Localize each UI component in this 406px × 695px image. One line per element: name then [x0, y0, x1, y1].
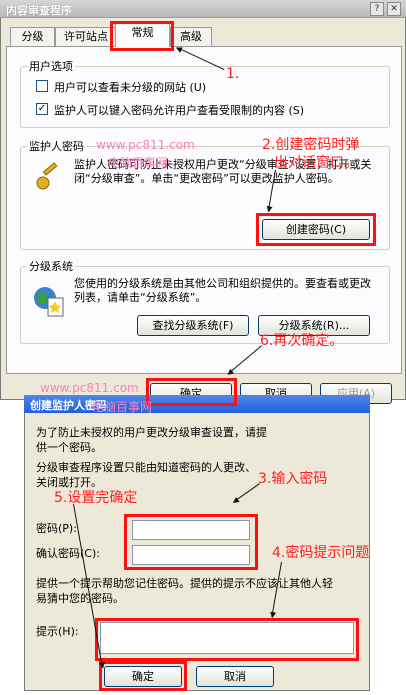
annotation-3: 3.输入密码 [258, 471, 328, 487]
highlight-tab [110, 21, 174, 51]
dialog-note: 分级审查程序设置只能由知道密码的人更改、关闭或打开。 [36, 461, 256, 489]
user-options-legend: 用户选项 [29, 60, 73, 73]
annotation-5: 5.设置完确定 [54, 490, 138, 506]
help-button[interactable]: ? [370, 2, 384, 16]
tab-ratings[interactable]: 分级 [10, 27, 55, 46]
rating-systems-text: 您使用的分级系统是由其他公司和组织提供的。要查看或更改列表，请单击“分级系统”。 [74, 277, 371, 304]
confirm-password-label: 确认密码(C): [36, 547, 100, 560]
highlight-ok [146, 378, 237, 406]
hint-intro: 提供一个提示帮助您记住密码。提供的提示不应该让其他人轻易猜中您的密码。 [36, 577, 333, 605]
watermark-bottom: www.pc811.com [40, 381, 139, 395]
password-override-label: 监护人可以键入密码允许用户查看受限制的内容 (S) [54, 104, 305, 117]
annotation-6: 6.再次确定。 [260, 333, 344, 349]
watermark-2: 电脑百事网 [108, 156, 169, 170]
dialog-intro: 为了防止未授权的用户更改分级审查设置，请提供一个密码。 [36, 426, 267, 454]
annotation-2b: 出对话窗口。 [274, 155, 358, 171]
annotation-1: 1. [226, 66, 240, 82]
hint-label: 提示(H): [36, 625, 79, 638]
annotation-4: 4.密码提示问题 [272, 545, 370, 561]
highlight-hint [95, 618, 359, 661]
supervisor-legend: 监护人密码 [29, 140, 84, 153]
highlight-password [124, 514, 258, 570]
find-rating-systems-button[interactable]: 查找分级系统(F) [137, 315, 249, 336]
tab-approved-sites[interactable]: 许可站点 [55, 27, 117, 46]
rating-systems-legend: 分级系统 [29, 260, 73, 273]
unrated-label: 用户可以查看未分级的网站 (U) [54, 81, 207, 94]
annotation-2: 2.创建密码时弹 [262, 137, 360, 153]
watermark: www.pc811.com [96, 138, 195, 152]
password-override-checkbox[interactable]: ✓ [36, 103, 48, 115]
close-button[interactable]: ✕ [387, 2, 401, 16]
highlight-create-password [256, 213, 376, 246]
watermark-bottom-2: 电脑百事网 [92, 400, 153, 414]
highlight-dialog-ok [99, 661, 187, 691]
globe-document-icon [32, 284, 66, 318]
password-label: 密码(P): [36, 522, 77, 535]
tab-advanced[interactable]: 高级 [170, 27, 212, 46]
window-title: 内容审查程序 [6, 4, 72, 17]
unrated-checkbox[interactable] [36, 80, 48, 92]
dialog-cancel-button[interactable]: 取消 [196, 666, 274, 687]
key-icon [34, 162, 64, 192]
